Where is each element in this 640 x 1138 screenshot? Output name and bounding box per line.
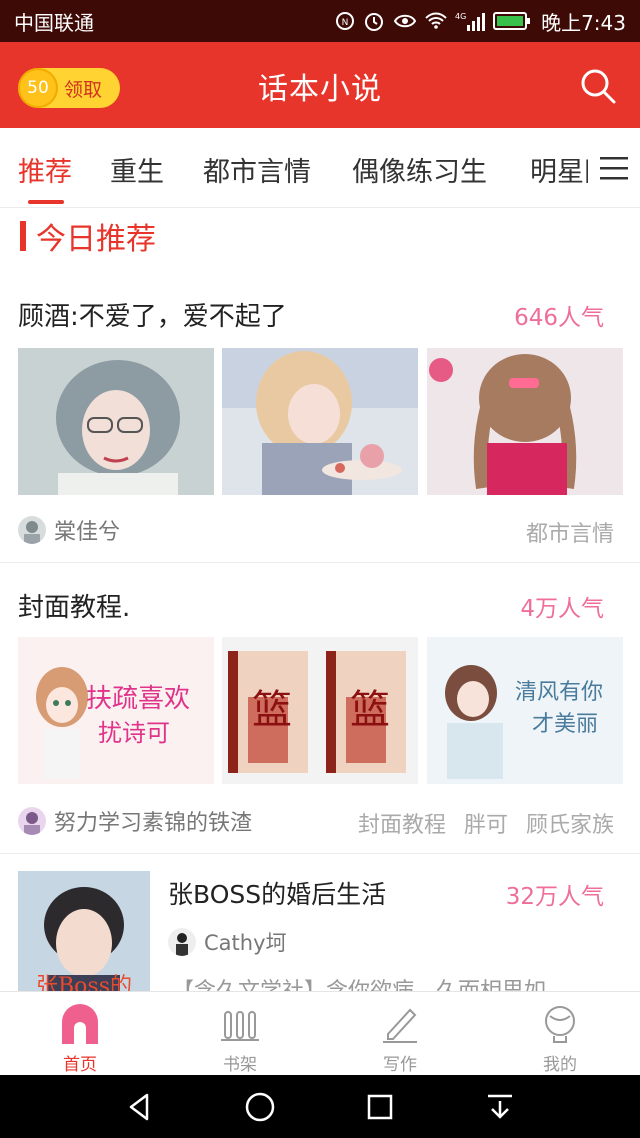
cover-text: 扶疏喜欢 xyxy=(86,684,190,714)
story-popularity: 646人气 xyxy=(514,305,604,331)
notification-pull-button[interactable] xyxy=(478,1085,522,1129)
home-system-button[interactable] xyxy=(238,1085,282,1129)
home-icon xyxy=(58,1002,102,1046)
back-button[interactable] xyxy=(118,1085,162,1129)
story-tags: 封面教程 胖可 顾氏家族 xyxy=(358,807,614,839)
system-nav-bar xyxy=(0,1075,640,1138)
section-accent-bar xyxy=(20,221,26,251)
pull-down-icon xyxy=(488,1094,512,1119)
tab-urban-romance[interactable]: 都市言情 xyxy=(203,150,311,189)
story-tag[interactable]: 胖可 xyxy=(464,807,508,839)
story-tag[interactable]: 封面教程 xyxy=(358,807,446,839)
section-title: 今日推荐 xyxy=(36,222,156,257)
recents-button[interactable] xyxy=(358,1085,402,1129)
cover-text: 张Boss的 xyxy=(36,974,132,991)
story-tag[interactable]: 顾氏家族 xyxy=(526,807,614,839)
cover-text: 篮 xyxy=(252,687,292,733)
story-card[interactable]: 顾酒:不爱了，爱不起了 646人气 棠佳兮 都市言情 xyxy=(0,270,640,562)
tab-recommended[interactable]: 推荐 xyxy=(18,150,72,189)
story-popularity: 4万人气 xyxy=(520,596,604,622)
avatar xyxy=(168,928,196,956)
card-divider xyxy=(0,853,640,854)
cover-text: 扰诗可 xyxy=(98,719,170,747)
featured-cover-image[interactable]: 张Boss的 xyxy=(18,871,150,991)
tab-menu-button[interactable] xyxy=(588,128,640,207)
story-author[interactable]: 棠佳兮 xyxy=(18,514,120,546)
bookshelf-icon xyxy=(218,1002,262,1046)
featured-author[interactable]: Cathy坷 xyxy=(168,927,287,957)
alarm-icon xyxy=(363,10,385,32)
circle-home-icon xyxy=(245,1092,275,1121)
carrier-label: 中国联通 xyxy=(14,10,94,35)
cover-text: 清风有你 xyxy=(515,680,603,705)
story-title[interactable]: 封面教程. xyxy=(18,587,130,624)
featured-title[interactable]: 张BOSS的婚后生活 xyxy=(168,875,386,911)
profile-icon xyxy=(538,1002,582,1046)
signal-icon: 4G xyxy=(455,11,486,31)
nav-bookshelf[interactable]: 书架 xyxy=(160,992,320,1075)
app-root: 中国联通 N 4G 晚上7:43 50 领取 话本小说 推荐 重生 都市言情 偶… xyxy=(0,0,640,1138)
pen-icon xyxy=(378,1002,422,1046)
nav-write[interactable]: 写作 xyxy=(320,992,480,1075)
menu-icon xyxy=(600,157,628,180)
featured-story-card[interactable]: 张Boss的 张BOSS的婚后生活 32万人气 Cathy坷 【含久文学社】含你… xyxy=(0,855,640,991)
status-icons: N 4G 晚上7:43 xyxy=(335,7,626,36)
story-cover-image[interactable] xyxy=(222,348,418,495)
nav-label: 书架 xyxy=(223,1055,257,1075)
story-tags: 都市言情 xyxy=(526,516,614,548)
featured-description: 【含久文学社】含你欲病，久而相思如 xyxy=(172,973,546,991)
story-cover-image[interactable]: 篮 篮 xyxy=(222,637,418,784)
category-tabs: 推荐 重生 都市言情 偶像练习生 明星同人 xyxy=(0,128,640,208)
nav-home[interactable]: 首页 xyxy=(0,992,160,1075)
svg-text:N: N xyxy=(342,18,349,28)
story-author[interactable]: 努力学习素锦的铁渣 xyxy=(18,805,252,837)
avatar xyxy=(18,516,46,544)
story-cover-image[interactable] xyxy=(18,348,214,495)
network-type: 4G xyxy=(455,12,466,21)
story-tag[interactable]: 都市言情 xyxy=(526,516,614,548)
story-cover-image[interactable]: 扶疏喜欢 扰诗可 xyxy=(18,637,214,784)
cover-text: 篮 xyxy=(350,687,390,733)
clock-label: 晚上7:43 xyxy=(541,10,626,35)
author-name: Cathy坷 xyxy=(204,931,287,955)
nav-profile[interactable]: 我的 xyxy=(480,992,640,1075)
search-button[interactable] xyxy=(578,66,618,106)
author-name: 努力学习素锦的铁渣 xyxy=(54,811,253,836)
app-header: 50 领取 话本小说 xyxy=(0,42,640,128)
battery-icon xyxy=(493,12,531,30)
nav-label: 我的 xyxy=(543,1055,577,1075)
tab-rebirth[interactable]: 重生 xyxy=(110,150,164,189)
search-icon xyxy=(581,69,616,104)
eye-icon xyxy=(393,12,417,30)
nav-label: 首页 xyxy=(63,1055,97,1075)
bottom-navigation: 首页 书架 写作 我的 xyxy=(0,991,640,1075)
wifi-icon xyxy=(425,12,447,30)
square-recents-icon xyxy=(367,1094,393,1119)
status-bar: 中国联通 N 4G 晚上7:43 xyxy=(0,0,640,42)
cover-text: 才美丽 xyxy=(532,712,598,737)
section-heading: 今日推荐 xyxy=(20,218,156,257)
story-title[interactable]: 顾酒:不爱了，爱不起了 xyxy=(18,296,287,333)
back-icon xyxy=(129,1093,149,1120)
story-cover-image[interactable] xyxy=(427,348,623,495)
active-tab-indicator xyxy=(28,200,64,204)
featured-popularity: 32万人气 xyxy=(505,884,604,910)
tab-idol-trainee[interactable]: 偶像练习生 xyxy=(352,150,487,189)
nav-label: 写作 xyxy=(383,1055,417,1075)
page-title: 话本小说 xyxy=(258,72,382,107)
story-cover-image[interactable]: 清风有你 才美丽 xyxy=(427,637,623,784)
avatar xyxy=(18,807,46,835)
nfc-icon: N xyxy=(335,11,355,31)
story-card[interactable]: 封面教程. 4万人气 扶疏喜欢 扰诗可 篮 篮 清风有你 才美丽 努力学习素锦的… xyxy=(0,563,640,853)
author-name: 棠佳兮 xyxy=(54,520,121,545)
